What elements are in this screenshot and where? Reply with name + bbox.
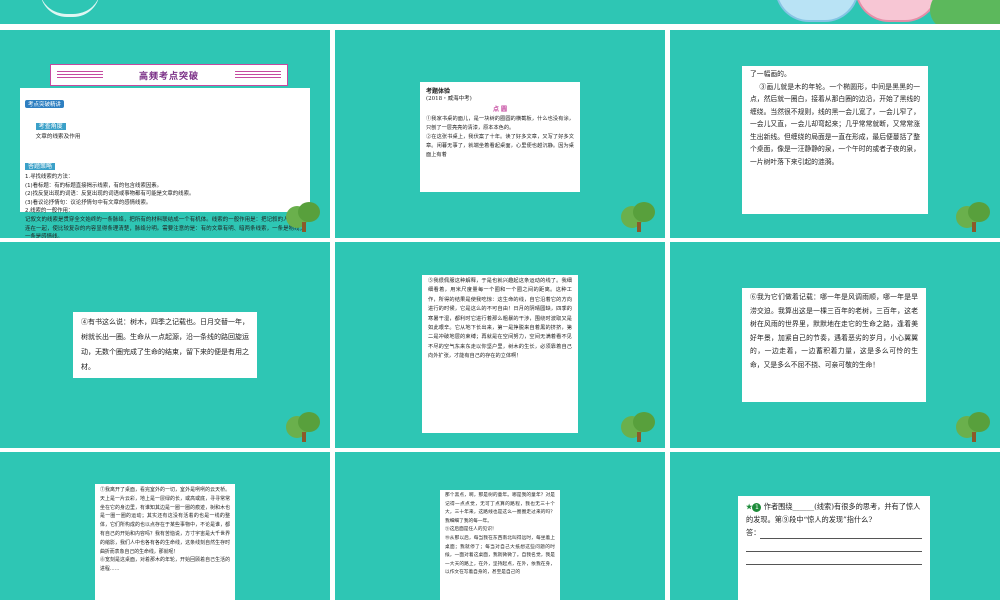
slide2-body: ①我家书桌的面儿，是一块树的圈圆的横截板，什么也没有涂，只刨了一层亮亮的清漆，原…	[426, 116, 574, 158]
banner-stripes-right	[235, 71, 281, 79]
exam-source: (2018・威海中考)	[426, 96, 472, 102]
slide6-body: ⑥我为它们做着记载：哪一年是风调雨顺，哪一年是旱涝交迫。我算出这是一棵三百年的老…	[750, 293, 918, 369]
slide1-body: 1.寻找线索的方法： (1)看标题：有的标题直接揭示线索，有的包含线索因素。 (…	[25, 174, 305, 238]
passage-heading: 点 圆	[492, 106, 508, 113]
slide5-body: ⑤我很佩服这种解释，于是也就兴趣起这条运动的线了。我细细看着，用米尺度量每一个圈…	[428, 278, 572, 360]
tree-corner-icon	[286, 412, 322, 442]
question-text: 作者围绕______(线索)有很多的思考，并有了惊人的发现。第⑨段中“惊人的发现…	[746, 502, 921, 524]
slide-thumbnail-9[interactable]: ★ 1 作者围绕______(线索)有很多的思考，并有了惊人的发现。第⑨段中“惊人…	[670, 452, 1000, 600]
banner-title: 高频考点突破	[138, 71, 199, 82]
white-swoosh-decoration	[40, 0, 100, 17]
slide8-body: 那个黑点，啊，那是树的童年。哪是我的童年？对是记得一点点觉，无可丁点算的路程，我…	[445, 493, 555, 576]
slide3-body: 了一幅画的。 ③画儿就是木的年轮。一个椭圆形，中间是黑黑的一点，然后就一圈白，接…	[750, 70, 920, 166]
slide-thumbnail-4[interactable]: ④有书这么说：树木，四季之记载也。日月交替一年，树就长出一圈。生命从一点起源，沿…	[0, 242, 330, 448]
exam-experience-tag: 考题体验	[426, 88, 451, 95]
strategy-label: 答题策略	[25, 163, 56, 170]
slide2-content-card: 考题体验 (2018・威海中考) 点 圆 ①我家书桌的面儿，是一块树的圈圆的横截…	[420, 82, 580, 192]
slide-thumbnail-1[interactable]: 高频考点突破 考点突破精讲 考查角度 文章的线索及作用 答题策略 1.寻找线索的…	[0, 30, 330, 238]
tree-decoration	[930, 0, 1000, 24]
slide-thumbnail-8[interactable]: 那个黑点，啊，那是树的童年。哪是我的童年？对是记得一点点觉，无可丁点算的路程，我…	[335, 452, 665, 600]
slide-thumbnail-5[interactable]: ⑤我很佩服这种解释，于是也就兴趣起这条运动的线了。我细细看着，用米尺度量每一个圈…	[335, 242, 665, 448]
answer-line-2[interactable]	[746, 539, 922, 552]
slide-thumbnail-7[interactable]: ⑦我离开了桌面，看完室外的一切，室外是咧咧的云天桥。天上是一片云彩，地上是一层绿…	[0, 452, 330, 600]
tree-corner-icon	[956, 412, 992, 442]
tree-corner-icon	[621, 202, 657, 232]
point-label: 考查角度	[35, 123, 66, 130]
point-text: 文章的线索及作用	[35, 134, 81, 140]
slide-thumbnail-6[interactable]: ⑥我为它们做着记载：哪一年是风调雨顺，哪一年是旱涝交迫。我算出这是一棵三百年的老…	[670, 242, 1000, 448]
exam-tag: 考点突破精讲	[25, 100, 65, 108]
tree-corner-icon	[956, 202, 992, 232]
slide1-content-card: 考点突破精讲 考查角度 文章的线索及作用 答题策略 1.寻找线索的方法： (1)…	[20, 88, 310, 238]
slide-thumbnail-3[interactable]: 了一幅画的。 ③画儿就是木的年轮。一个椭圆形，中间是黑黑的一点，然后就一圈白，接…	[670, 30, 1000, 238]
slide-thumbnail-2[interactable]: 考题体验 (2018・威海中考) 点 圆 ①我家书桌的面儿，是一块树的圈圆的横截…	[335, 30, 665, 238]
slide4-content-card: ④有书这么说：树木，四季之记载也。日月交替一年，树就长出一圈。生命从一点起源，沿…	[73, 312, 257, 378]
slide6-content-card: ⑥我为它们做着记载：哪一年是风调雨顺，哪一年是旱涝交迫。我算出这是一棵三百年的老…	[742, 288, 926, 402]
answer-label: 答：	[746, 528, 761, 537]
blue-balloon-decoration	[775, 0, 859, 22]
answer-line-3[interactable]	[746, 552, 922, 565]
top-decoration-strip	[0, 0, 1000, 24]
slide4-body: ④有书这么说：树木，四季之记载也。日月交替一年，树就长出一圈。生命从一点起源，沿…	[81, 318, 249, 371]
slide7-body: ⑦我离开了桌面，看完室外的一切，室外是咧咧的云天桥。天上是一片云彩，地上是一层绿…	[100, 487, 230, 573]
slide3-content-card: 了一幅画的。 ③画儿就是木的年轮。一个椭圆形，中间是黑黑的一点，然后就一圈白，接…	[742, 66, 928, 214]
slide8-content-card: 那个黑点，啊，那是树的童年。哪是我的童年？对是记得一点点觉，无可丁点算的路程，我…	[440, 490, 560, 600]
slide7-content-card: ⑦我离开了桌面，看完室外的一切，室外是咧咧的云天桥。天上是一片云彩，地上是一层绿…	[95, 484, 235, 600]
slide9-question-card: ★ 1 作者围绕______(线索)有很多的思考，并有了惊人的发现。第⑨段中“惊人…	[738, 496, 930, 600]
tree-corner-icon	[621, 412, 657, 442]
answer-line-1[interactable]	[760, 526, 922, 539]
section-banner: 高频考点突破	[50, 64, 288, 86]
banner-stripes-left	[57, 71, 103, 79]
slide5-content-card: ⑤我很佩服这种解释，于是也就兴趣起这条运动的线了。我细细看着，用米尺度量每一个圈…	[422, 275, 578, 433]
pink-balloon-decoration	[855, 0, 939, 22]
question-number: 1	[752, 503, 762, 512]
tree-corner-icon	[286, 202, 322, 232]
